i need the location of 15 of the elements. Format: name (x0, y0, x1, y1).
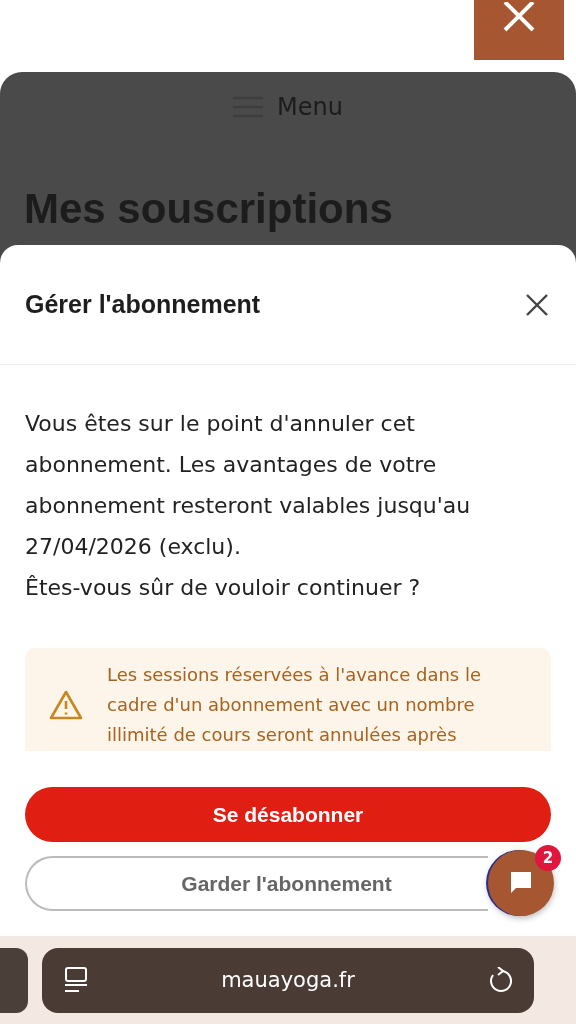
unsubscribe-button[interactable]: Se désabonner (25, 787, 551, 842)
chat-icon (508, 870, 534, 896)
reader-icon (64, 967, 88, 993)
confirmation-message: Vous êtes sur le point d'annuler cet abonnement. Les avantages de votre abonnement resteront valables jusqu'au 27/04/2026 (exclu). Êtes-vous sûr de vouloir continuer ? (25, 410, 472, 602)
url-text: mauayoga.fr (221, 968, 355, 992)
tab-stub[interactable] (0, 947, 28, 1013)
keep-subscription-button[interactable]: Garder l'abonnement (25, 856, 488, 911)
close-button[interactable] (474, 0, 564, 60)
warning-icon (49, 690, 83, 720)
modal-title: Gérer l'abonnement (25, 290, 261, 319)
warning-text: Les sessions réservées à l'avance dans le cadre d'un abonnement avec un nombre illimité de cours seront annulées après (107, 663, 482, 747)
reload-icon[interactable] (488, 967, 512, 993)
address-bar[interactable]: mauayoga.fr (42, 947, 534, 1013)
close-icon (501, 2, 537, 32)
close-icon (526, 293, 548, 316)
